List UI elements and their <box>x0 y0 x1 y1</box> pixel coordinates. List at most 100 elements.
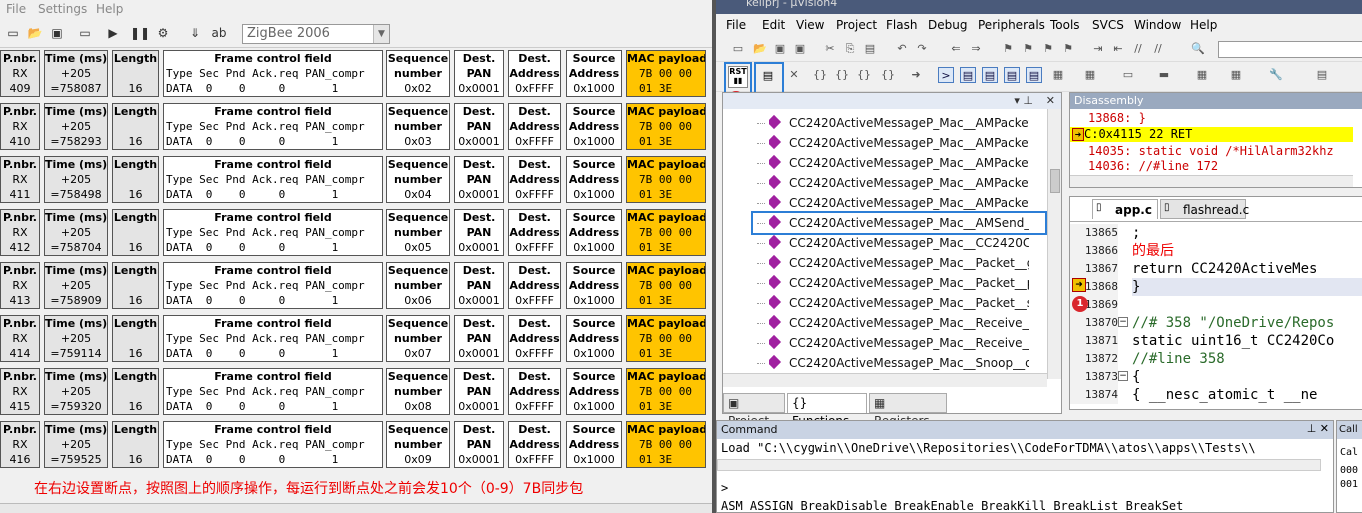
horizontal-scrollbar[interactable] <box>0 503 712 513</box>
new-icon[interactable]: ▭ <box>4 24 22 42</box>
scroll-down-icon[interactable]: ⇓ <box>186 24 204 42</box>
uncomment-icon[interactable]: // <box>1150 41 1166 57</box>
analysis-window-icon[interactable]: ▬ <box>1156 67 1172 83</box>
folder-icon[interactable]: ▭ <box>76 24 94 42</box>
call-stack-window-icon[interactable]: ▤ <box>1026 67 1042 83</box>
back-icon[interactable]: ⇐ <box>948 41 964 57</box>
stop-icon[interactable]: ✕ <box>786 67 802 83</box>
tab-registers[interactable]: ▦ Registers <box>869 393 947 428</box>
menu-help[interactable]: Help <box>1190 18 1217 32</box>
bookmark-clear-icon[interactable]: ⚑ <box>1060 41 1076 57</box>
registers-window-icon[interactable]: ▤ <box>1004 67 1020 83</box>
packet-row[interactable]: P.nbr. RX 416 Time (ms) +205 =759525 Length 16 F… <box>0 421 712 470</box>
function-item[interactable]: CC2420ActiveMessageP_Mac__Packet__setPa <box>769 293 1029 313</box>
bookmark-prev-icon[interactable]: ⚑ <box>1020 41 1036 57</box>
window-layout-icon[interactable]: ▤ <box>1314 67 1330 83</box>
comment-icon[interactable]: // <box>1130 41 1146 57</box>
function-item[interactable]: CC2420ActiveMessageP_Mac__Snoop__defau <box>769 353 1029 373</box>
run-to-cursor-icon[interactable]: {} <box>880 67 896 83</box>
function-item[interactable]: CC2420ActiveMessageP_Mac__AMPacket_so <box>769 173 1029 193</box>
fold-toggle-icon[interactable]: − <box>1118 371 1128 381</box>
function-item[interactable]: CC2420ActiveMessageP_Mac__CC2420Config <box>769 233 1029 253</box>
disassembly-window-icon[interactable]: ▤ <box>960 67 976 83</box>
packet-row[interactable]: P.nbr. RX 415 Time (ms) +205 =759320 Length 16 F… <box>0 368 712 417</box>
menu-debug[interactable]: Debug <box>928 18 967 32</box>
function-item[interactable]: CC2420ActiveMessageP_Mac__AMPacket_se <box>769 133 1029 153</box>
scroll-thumb[interactable] <box>1050 169 1060 193</box>
menu-flash[interactable]: Flash <box>886 18 917 32</box>
menu-view[interactable]: View <box>796 18 824 32</box>
packet-row[interactable]: P.nbr. RX 412 Time (ms) +205 =758704 Length 16 F… <box>0 209 712 258</box>
menu-edit[interactable]: Edit <box>762 18 785 32</box>
watch-window-icon[interactable]: ▦ <box>1050 67 1066 83</box>
tab-flashread-c[interactable]: flashread.c <box>1160 199 1249 219</box>
address-book-icon[interactable]: ab <box>210 24 228 42</box>
open-icon[interactable]: 📂 <box>26 24 44 42</box>
protocol-select[interactable]: ZigBee 2006 ▼ <box>242 24 390 44</box>
find-combo[interactable] <box>1218 41 1362 58</box>
packet-row[interactable]: P.nbr. RX 411 Time (ms) +205 =758498 Length 16 F… <box>0 156 712 205</box>
close-icon[interactable]: ✕ <box>1046 93 1055 109</box>
function-item[interactable]: CC2420ActiveMessageP_Mac__Receive__defa <box>769 313 1029 333</box>
redo-icon[interactable]: ↷ <box>914 41 930 57</box>
chevron-down-icon[interactable]: ▼ <box>373 25 389 43</box>
packet-row[interactable]: P.nbr. RX 414 Time (ms) +205 =759114 Length 16 F… <box>0 315 712 364</box>
pause-icon[interactable]: ❚❚ <box>130 24 150 42</box>
tab-project[interactable]: ▣ Project <box>723 393 785 428</box>
code-area[interactable]: 13865 ; 13866 的最后 13867 return CC2420Activ… <box>1070 221 1362 409</box>
packet-row[interactable]: P.nbr. RX 409 Time (ms) +205 =758087 Length 16 F… <box>0 50 712 99</box>
memory-window-icon[interactable]: ▦ <box>1082 67 1098 83</box>
copy-icon[interactable]: ⎘ <box>842 41 858 57</box>
show-next-statement-icon[interactable]: ➜ <box>908 67 924 83</box>
step-over-icon[interactable]: {} <box>834 67 850 83</box>
tab-app-c[interactable]: app.c <box>1092 199 1158 219</box>
settings-icon[interactable]: ⚙ <box>154 24 172 42</box>
function-item[interactable]: CC2420ActiveMessageP_Mac__AMPacket_se <box>769 113 1029 133</box>
serial-window-icon[interactable]: ▭ <box>1120 67 1136 83</box>
menu-settings[interactable]: Settings <box>38 2 87 16</box>
fold-toggle-icon[interactable]: − <box>1118 317 1128 327</box>
function-item[interactable]: CC2420ActiveMessageP_Mac__Receive__rece <box>769 333 1029 353</box>
menu-peripherals[interactable]: Peripherals <box>978 18 1045 32</box>
cut-icon[interactable]: ✂ <box>822 41 838 57</box>
function-item[interactable]: CC2420ActiveMessageP_Mac__Packet__getPa <box>769 253 1029 273</box>
system-viewer-icon[interactable]: ▦ <box>1228 67 1244 83</box>
play-icon[interactable]: ▶ <box>104 24 122 42</box>
function-item[interactable]: CC2420ActiveMessageP_Mac__AMPacket_ty <box>769 193 1029 213</box>
menu-project[interactable]: Project <box>836 18 877 32</box>
toolbox-icon[interactable]: 🔧 <box>1268 67 1284 83</box>
save-all-icon[interactable]: ▣ <box>792 41 808 57</box>
save-icon[interactable]: ▣ <box>772 41 788 57</box>
step-out-icon[interactable]: {} <box>856 67 872 83</box>
packet-row[interactable]: P.nbr. RX 413 Time (ms) +205 =758909 Length 16 F… <box>0 262 712 311</box>
function-item[interactable]: CC2420ActiveMessageP_Mac__AMPacket_se <box>769 153 1029 173</box>
close-icon[interactable]: ⊥ ✕ <box>1307 422 1329 435</box>
function-item[interactable]: CC2420ActiveMessageP_Mac__Packet__paylo <box>769 273 1029 293</box>
unindent-icon[interactable]: ⇤ <box>1110 41 1126 57</box>
new-file-icon[interactable]: ▭ <box>730 41 746 57</box>
indent-icon[interactable]: ⇥ <box>1090 41 1106 57</box>
step-into-icon[interactable]: {} <box>812 67 828 83</box>
trace-window-icon[interactable]: ▦ <box>1194 67 1210 83</box>
bookmark-icon[interactable]: ⚑ <box>1000 41 1016 57</box>
forward-icon[interactable]: ⇒ <box>968 41 984 57</box>
command-prompt[interactable]: > <box>721 481 728 495</box>
menu-window[interactable]: Window <box>1134 18 1181 32</box>
horizontal-scrollbar[interactable] <box>717 459 1321 471</box>
save-icon[interactable]: ▣ <box>48 24 66 42</box>
bookmark-next-icon[interactable]: ⚑ <box>1040 41 1056 57</box>
menu-file[interactable]: File <box>726 18 746 32</box>
menu-svcs[interactable]: SVCS <box>1092 18 1124 32</box>
pin-icon[interactable]: ▾ ⊥ <box>1014 93 1033 109</box>
vertical-scrollbar[interactable] <box>1047 109 1061 379</box>
paste-icon[interactable]: ▤ <box>862 41 878 57</box>
undo-icon[interactable]: ↶ <box>894 41 910 57</box>
menu-tools[interactable]: Tools <box>1050 18 1080 32</box>
menu-file[interactable]: File <box>6 2 26 16</box>
find-in-files-icon[interactable]: 🔍 <box>1190 41 1206 57</box>
packet-row[interactable]: P.nbr. RX 410 Time (ms) +205 =758293 Length 16 F… <box>0 103 712 152</box>
tab-functions[interactable]: {} Functions <box>787 393 867 428</box>
horizontal-scrollbar[interactable] <box>1070 175 1353 187</box>
symbols-window-icon[interactable]: ▤ <box>982 67 998 83</box>
menu-help[interactable]: Help <box>96 2 123 16</box>
